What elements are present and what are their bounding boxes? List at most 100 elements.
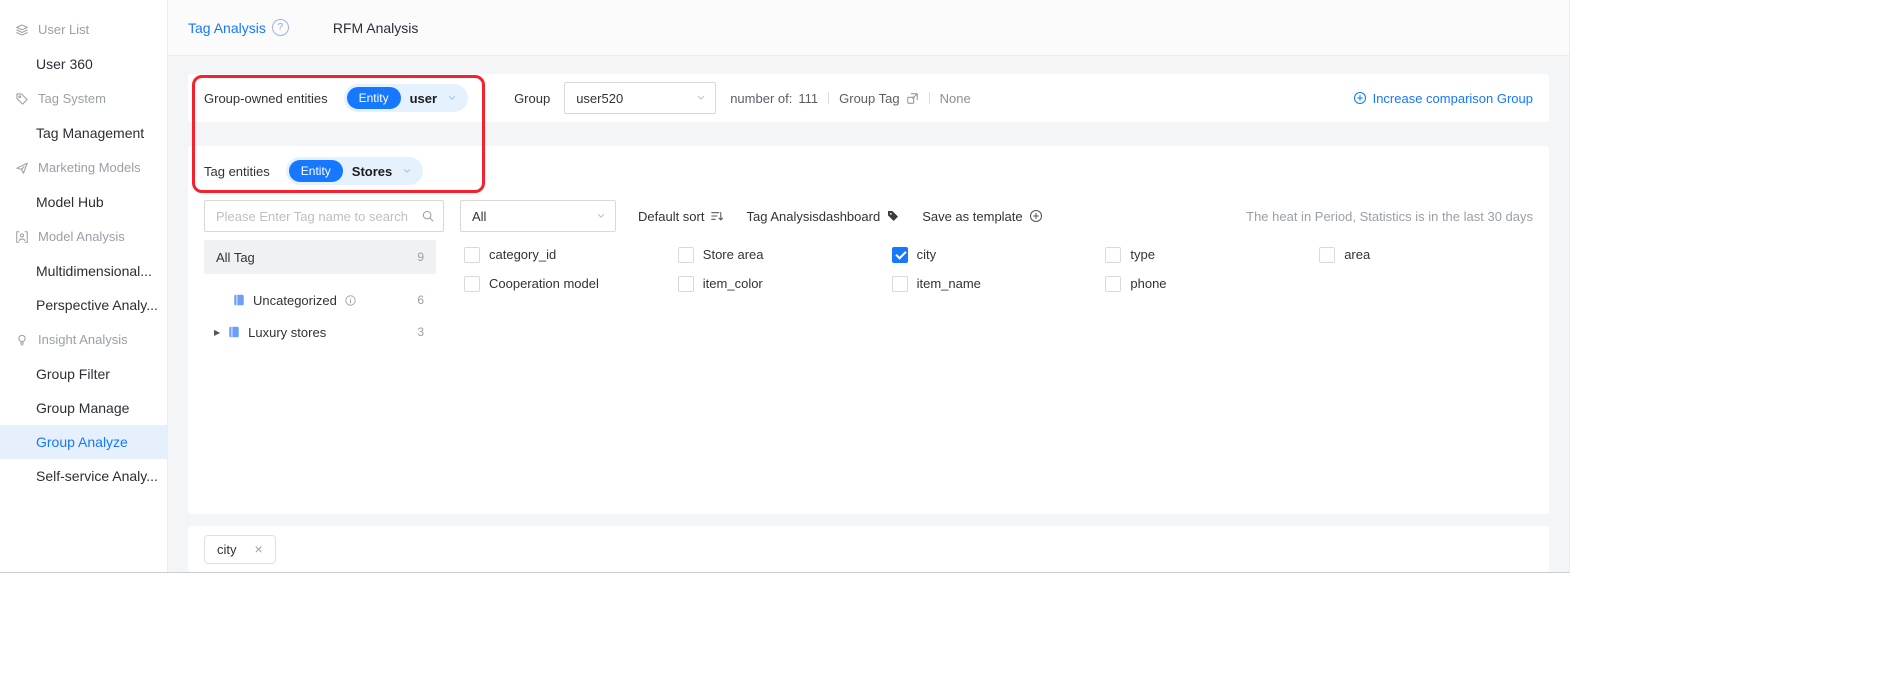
- tag-entities-row: Tag entities Entity Stores: [204, 156, 1533, 186]
- tag-filled-icon: [886, 209, 900, 223]
- question-circle-icon[interactable]: ?: [271, 19, 289, 36]
- category-filter-select[interactable]: All: [460, 200, 616, 232]
- entity-badge: Entity: [346, 87, 401, 109]
- chip-label: city: [217, 541, 237, 557]
- sidebar-item-group-manage[interactable]: Group Manage: [0, 391, 167, 425]
- tree-item-count: 9: [417, 250, 424, 264]
- folder-icon: [232, 293, 246, 307]
- tag-checkbox-item-name[interactable]: item_name: [891, 275, 1106, 292]
- group-selection-panel: Group-owned entities Entity user Group u…: [188, 74, 1549, 122]
- checkbox[interactable]: [464, 275, 480, 292]
- sidebar-section-marketing-models[interactable]: Marketing Models: [0, 150, 167, 185]
- checkbox[interactable]: [464, 246, 480, 263]
- tag-checkbox-cooperation-model[interactable]: Cooperation model: [464, 275, 678, 292]
- checkbox-label: type: [1130, 247, 1155, 262]
- tree-item-label: Luxury stores: [248, 324, 327, 340]
- info-circle-icon[interactable]: [344, 294, 357, 307]
- selected-tags-bar: city ×: [188, 526, 1549, 572]
- checkbox[interactable]: [1319, 246, 1336, 263]
- checkbox-label: Store area: [702, 247, 764, 262]
- tag-tree: All Tag 9 Uncategorized 6 ▶ Luxury store…: [204, 240, 436, 342]
- sidebar-section-insight-analysis[interactable]: Insight Analysis: [0, 322, 167, 357]
- tag-analysis-panel: Tag entities Entity Stores Please Enter …: [188, 146, 1549, 514]
- group-owned-entities-label: Group-owned entities: [204, 90, 328, 106]
- tag-checkbox-area[interactable]: area: [1319, 246, 1533, 263]
- tag-icon: [15, 92, 29, 106]
- entity-badge: Entity: [288, 160, 343, 182]
- chevron-down-icon: [595, 210, 607, 222]
- tab-label: RFM Analysis: [332, 19, 419, 36]
- save-as-template-button[interactable]: Save as template: [922, 209, 1042, 224]
- number-of-value: 111: [798, 90, 819, 106]
- sidebar: User List User 360 Tag System Tag Manage…: [0, 0, 168, 572]
- group-tag-button[interactable]: Group Tag: [839, 91, 918, 106]
- sort-icon: [710, 209, 724, 223]
- tag-search-input[interactable]: [204, 200, 444, 232]
- checkbox[interactable]: [891, 246, 908, 263]
- tree-item-count: 6: [417, 293, 424, 307]
- tree-item-label: All Tag: [216, 249, 255, 265]
- sidebar-item-perspective-analysis[interactable]: Perspective Analy...: [0, 288, 167, 322]
- insight-icon: [15, 333, 29, 347]
- tag-checkbox-store-area[interactable]: Store area: [677, 246, 892, 263]
- sidebar-section-tag-system[interactable]: Tag System: [0, 81, 167, 116]
- tag-checkbox-type[interactable]: type: [1105, 246, 1319, 263]
- increase-comparison-group-button[interactable]: Increase comparison Group: [1353, 91, 1533, 106]
- checkbox[interactable]: [1105, 275, 1122, 292]
- tree-item-all-tag[interactable]: All Tag 9: [204, 240, 436, 274]
- increase-comparison-group-label: Increase comparison Group: [1372, 90, 1533, 106]
- caret-right-icon[interactable]: ▶: [214, 328, 220, 337]
- content: Group-owned entities Entity user Group u…: [168, 56, 1569, 572]
- checkbox[interactable]: [677, 275, 694, 292]
- close-icon[interactable]: ×: [255, 542, 263, 556]
- number-of-label: number of:: [730, 90, 793, 106]
- tree-item-count: 3: [417, 325, 424, 339]
- checkbox[interactable]: [677, 246, 694, 263]
- app-window: User List User 360 Tag System Tag Manage…: [0, 0, 1570, 573]
- tab-bar: Tag Analysis ? RFM Analysis: [168, 0, 1569, 56]
- tag-checkbox-phone[interactable]: phone: [1105, 275, 1319, 292]
- tag-checkbox-item-color[interactable]: item_color: [677, 275, 892, 292]
- send-icon: [15, 161, 29, 175]
- sidebar-item-tag-management[interactable]: Tag Management: [0, 116, 167, 150]
- group-label: Group: [514, 90, 551, 106]
- sidebar-section-user-list[interactable]: User List: [0, 12, 167, 47]
- tag-checkbox-grid: category_id Store area city type area Co…: [464, 240, 1533, 342]
- sidebar-item-self-service-analysis[interactable]: Self-service Analy...: [0, 459, 167, 493]
- checkbox-label: area: [1344, 247, 1371, 262]
- sidebar-item-group-filter[interactable]: Group Filter: [0, 357, 167, 391]
- sidebar-section-model-analysis[interactable]: Model Analysis: [0, 219, 167, 254]
- tag-entity-select[interactable]: Entity Stores: [285, 157, 424, 185]
- default-sort-button[interactable]: Default sort: [638, 209, 724, 224]
- sidebar-section-label: Marketing Models: [38, 160, 141, 175]
- group-select[interactable]: user520: [564, 82, 717, 114]
- dashboard-label: Tag Analysisdashboard: [746, 208, 881, 224]
- group-tag-icon: [906, 92, 919, 105]
- tree-item-luxury-stores[interactable]: ▶ Luxury stores 3: [204, 322, 436, 342]
- checkbox[interactable]: [891, 275, 908, 292]
- tab-tag-analysis[interactable]: Tag Analysis ?: [188, 19, 289, 36]
- tab-rfm-analysis[interactable]: RFM Analysis: [333, 20, 419, 36]
- number-of: number of: 111: [730, 91, 818, 106]
- search-icon[interactable]: [421, 209, 435, 223]
- plus-circle-icon: [1029, 209, 1043, 223]
- tag-search: [204, 200, 444, 232]
- checkbox-label: item_color: [702, 276, 763, 291]
- group-owned-entity-select[interactable]: Entity user: [343, 84, 469, 112]
- tree-item-label: Uncategorized: [253, 292, 337, 308]
- checkbox[interactable]: [1105, 246, 1122, 263]
- tag-checkbox-category-id[interactable]: category_id: [464, 246, 678, 263]
- selected-tag-chip[interactable]: city ×: [204, 534, 276, 564]
- period-note: The heat in Period, Statistics is in the…: [1246, 208, 1533, 224]
- layers-icon: [15, 23, 29, 37]
- tag-checkbox-city[interactable]: city: [891, 246, 1106, 263]
- sidebar-item-group-analyze[interactable]: Group Analyze: [0, 425, 167, 459]
- tag-analysis-dashboard-button[interactable]: Tag Analysisdashboard: [746, 209, 900, 224]
- tag-entities-label: Tag entities: [204, 163, 270, 179]
- sidebar-item-model-hub[interactable]: Model Hub: [0, 185, 167, 219]
- tag-body: All Tag 9 Uncategorized 6 ▶ Luxury store…: [204, 240, 1533, 342]
- sidebar-item-multidimensional[interactable]: Multidimensional...: [0, 254, 167, 288]
- tree-item-uncategorized[interactable]: Uncategorized 6: [204, 290, 436, 310]
- sidebar-section-label: Insight Analysis: [38, 332, 128, 347]
- sidebar-item-user-360[interactable]: User 360: [0, 47, 167, 81]
